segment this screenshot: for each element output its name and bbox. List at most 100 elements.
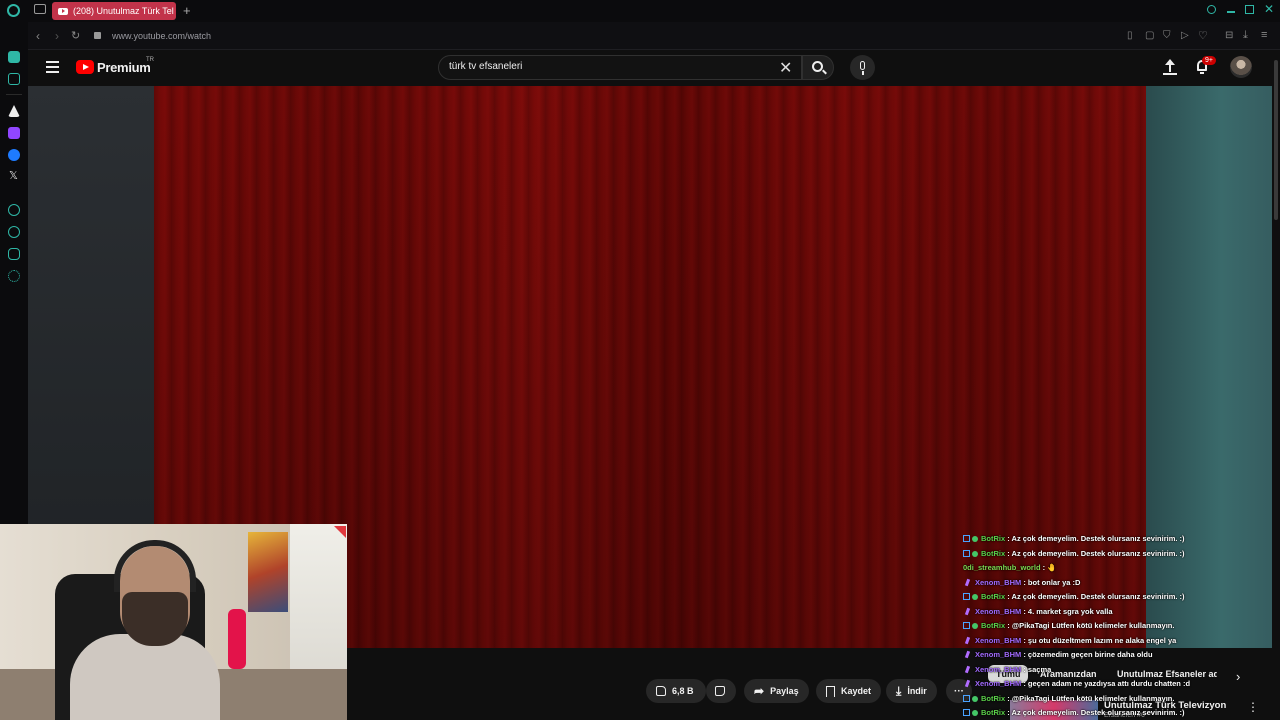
search-icon-handle	[822, 69, 827, 75]
like-count: 6,8 B	[672, 686, 694, 696]
download-icon[interactable]: ⤓	[1243, 29, 1248, 42]
mod-sword-icon	[964, 636, 971, 644]
chat-username: BotRix	[981, 621, 1006, 630]
verified-badge-icon	[972, 623, 978, 629]
chat-text: : Az çok demeyelim. Destek olursanız sev…	[1005, 708, 1185, 717]
chips-next-icon[interactable]: ›	[1236, 669, 1240, 684]
chat-message: Xenom_BHM : bot onlar ya :D	[963, 578, 1080, 587]
chat-username: BotRix	[981, 708, 1006, 717]
scrollbar-thumb[interactable]	[1274, 60, 1278, 220]
chat-message: BotRix : @PikaTagi Lütfen kötü kelimeler…	[963, 621, 1174, 630]
verified-badge-icon	[972, 550, 978, 557]
chat-text: : bot onlar ya :D	[1021, 577, 1081, 587]
sidebar-messenger-icon[interactable]	[8, 73, 20, 85]
chip-series[interactable]: Unutulmaz Efsaneler adl	[1117, 669, 1217, 679]
like-button[interactable]: 6,8 B	[646, 679, 706, 703]
up-next-menu-icon[interactable]: ⋮	[1247, 700, 1259, 714]
chat-username: 0di_streamhub_world	[963, 563, 1041, 572]
chat-message: 0di_streamhub_world : 🤚	[963, 563, 1057, 572]
search-tabs-icon[interactable]	[1207, 5, 1216, 14]
sidebar-history-icon[interactable]	[8, 226, 20, 238]
chat-text: : çözemedim geçen birine daha oldu	[1021, 650, 1153, 659]
lock-icon	[94, 32, 101, 39]
chat-text: : @PikaTagi Lütfen kötü kelimeler kullan…	[1005, 693, 1175, 703]
chat-username: Xenom_BHM	[975, 679, 1022, 688]
country-code: TR	[146, 57, 154, 63]
tab-menu-icon[interactable]	[34, 4, 46, 14]
verified-badge-icon	[972, 710, 978, 716]
sidebar-x-icon[interactable]: 𝕏	[9, 169, 18, 182]
youtube-favicon-icon	[58, 7, 68, 15]
verified-badge-icon	[972, 695, 978, 702]
sidebar-wallet-icon[interactable]	[8, 51, 20, 63]
chat-username: Xenom_BHM	[975, 650, 1022, 659]
extension-icon[interactable]: ▷	[1181, 30, 1189, 41]
sidebar-messenger-blue-icon[interactable]	[8, 149, 20, 161]
chat-message: Xenom_BHM : 4. market sgra yok valla	[963, 607, 1113, 616]
youtube-logo-icon[interactable]	[76, 60, 94, 74]
restore-icon[interactable]	[1245, 5, 1254, 14]
chat-message: Xenom_BHM : saçma	[963, 665, 1051, 674]
mod-sword-icon	[964, 607, 971, 615]
mod-sword-icon	[964, 578, 971, 586]
bot-badge-icon	[963, 694, 970, 702]
share-icon: ➦	[754, 684, 765, 698]
snapshot-icon[interactable]: ▢	[1145, 30, 1154, 41]
chat-text: : saçma	[1021, 664, 1052, 674]
browser-menu-icon[interactable]: ≡	[1261, 29, 1267, 41]
mod-sword-icon	[964, 679, 971, 688]
chat-username: Xenom_BHM	[975, 577, 1022, 587]
voice-search-button[interactable]	[850, 55, 875, 80]
forward-icon[interactable]: ›	[55, 29, 59, 43]
chat-message: BotRix : Az çok demeyelim. Destek olursa…	[963, 592, 1185, 601]
menu-icon[interactable]	[46, 61, 59, 73]
chat-message: BotRix : @PikaTagi Lütfen kötü kelimeler…	[963, 694, 1174, 703]
chat-message: Xenom_BHM : geçen adam ne yazdıysa attı …	[963, 679, 1190, 688]
chat-username: Xenom_BHM	[975, 606, 1022, 616]
chat-text: : 4. market sgra yok valla	[1021, 606, 1113, 616]
browser-tab-active[interactable]: (208) Unutulmaz Türk Tel	[52, 2, 176, 20]
url-field[interactable]: www.youtube.com/watch	[112, 31, 211, 41]
bot-badge-icon	[963, 535, 970, 542]
reload-icon[interactable]: ↻	[71, 29, 80, 42]
dislike-button[interactable]	[706, 679, 736, 703]
chat-username: BotRix	[981, 693, 1006, 703]
bot-badge-icon	[963, 593, 970, 600]
youtube-premium-logo[interactable]: Premium	[97, 60, 151, 75]
browser-tab-bar	[0, 0, 1280, 22]
chat-text: : Az çok demeyelim. Destek olursanız sev…	[1005, 548, 1185, 558]
bookmark-icon[interactable]: ▯	[1127, 30, 1133, 41]
sidebar-chat-icon[interactable]	[8, 248, 20, 260]
chat-text: : şu otu düzeltmem lazım ne alaka engel …	[1021, 635, 1177, 645]
avatar[interactable]	[1230, 56, 1252, 78]
search-value[interactable]: türk tv efsaneleri	[449, 61, 522, 72]
share-button[interactable]: ➦ Paylaş	[744, 679, 809, 703]
close-window-icon[interactable]: ✕	[1264, 2, 1274, 16]
download-button[interactable]: ⤓ İndir	[886, 679, 937, 703]
browser-logo-icon[interactable]	[7, 4, 20, 17]
chat-username: Xenom_BHM	[975, 635, 1022, 645]
chat-message: BotRix : Az çok demeyelim. Destek olursa…	[963, 549, 1185, 558]
shield-icon[interactable]: ⛉	[1163, 30, 1171, 41]
create-upload-icon[interactable]	[1162, 59, 1178, 75]
microphone-icon	[860, 61, 865, 70]
chat-message: BotRix : Az çok demeyelim. Destek olursa…	[963, 534, 1185, 543]
new-tab-button[interactable]: +	[183, 3, 191, 18]
heart-icon[interactable]: ♡	[1198, 29, 1208, 42]
search-button[interactable]	[802, 55, 834, 80]
sidebar-settings-icon[interactable]	[8, 270, 20, 282]
tab-title: (208) Unutulmaz Türk Tel	[73, 6, 174, 16]
wallet-icon[interactable]: ⊟	[1225, 30, 1233, 41]
minimize-icon[interactable]	[1227, 11, 1235, 13]
mod-sword-icon	[964, 665, 971, 673]
back-icon[interactable]: ‹	[36, 29, 40, 43]
save-button[interactable]: Kaydet	[816, 679, 882, 703]
bookmark-save-icon	[826, 685, 835, 697]
chat-text: : geçen adam ne yazdıysa attı durdu chat…	[1021, 679, 1191, 688]
clear-search-icon[interactable]: ✕	[779, 58, 792, 78]
chat-message: Xenom_BHM : çözemedim geçen birine daha …	[963, 650, 1153, 659]
sidebar-twitch-icon[interactable]	[8, 127, 20, 139]
chat-message: BotRix : Az çok demeyelim. Destek olursa…	[963, 708, 1185, 717]
webcam-person-beard	[122, 592, 188, 646]
sidebar-player-icon[interactable]	[8, 204, 20, 216]
